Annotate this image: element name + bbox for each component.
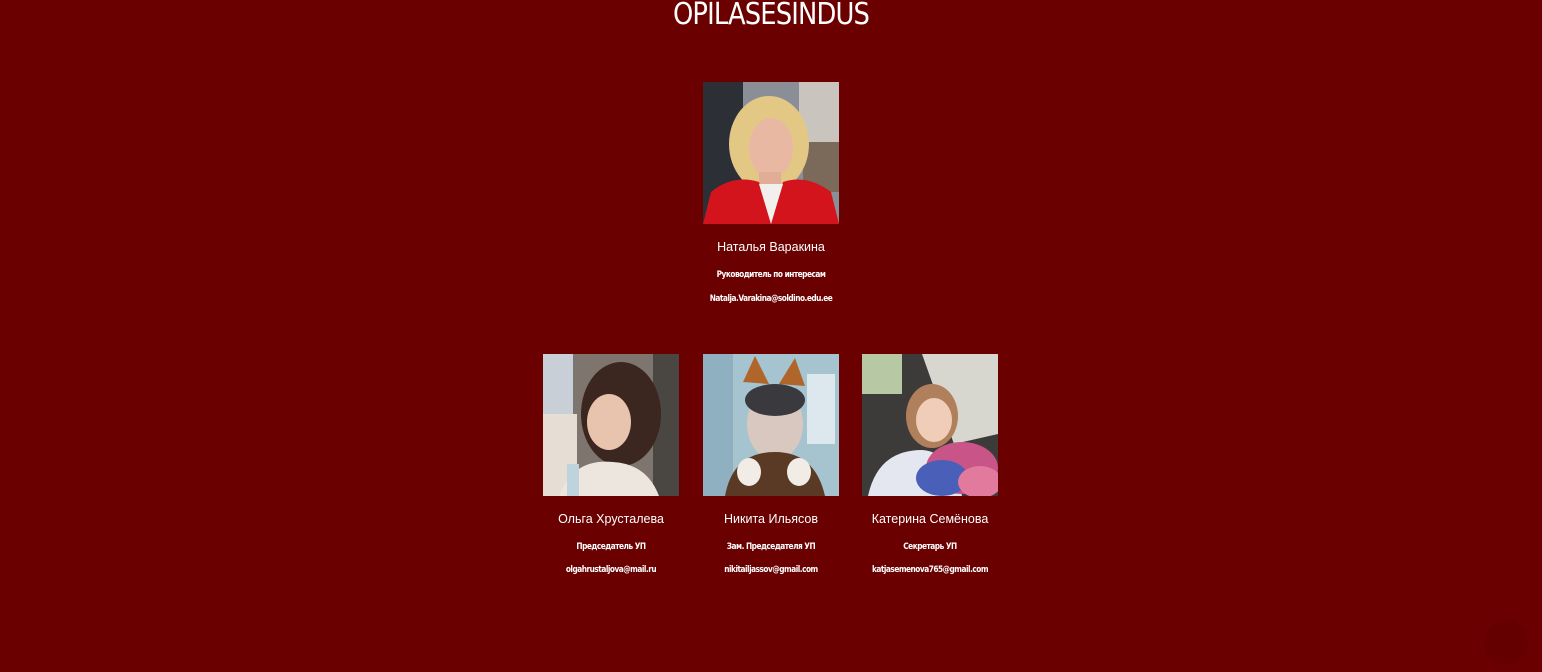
leader-role: Руководитель по интересам (716, 270, 826, 280)
page-title: OPILASESINDUS (672, 0, 870, 32)
member-photo (543, 354, 679, 496)
member-role: Секретарь УП (903, 542, 957, 552)
leader-card: Наталья Варакина Руководитель по интерес… (661, 82, 881, 322)
leader-name: Наталья Варакина (717, 240, 825, 254)
member-card: Катерина Семёнова Секретарь УП katjaseme… (820, 354, 1040, 584)
scroll-top-icon[interactable] (1484, 620, 1528, 664)
leader-email[interactable]: Natalja.Varakina@soldino.edu.ee (681, 293, 861, 305)
member-photo (862, 354, 998, 496)
member-photo (703, 354, 839, 496)
leader-photo (703, 82, 839, 224)
member-name: Катерина Семёнова (871, 512, 989, 526)
member-email[interactable]: katjasemenova765@gmail.com (840, 564, 1020, 576)
